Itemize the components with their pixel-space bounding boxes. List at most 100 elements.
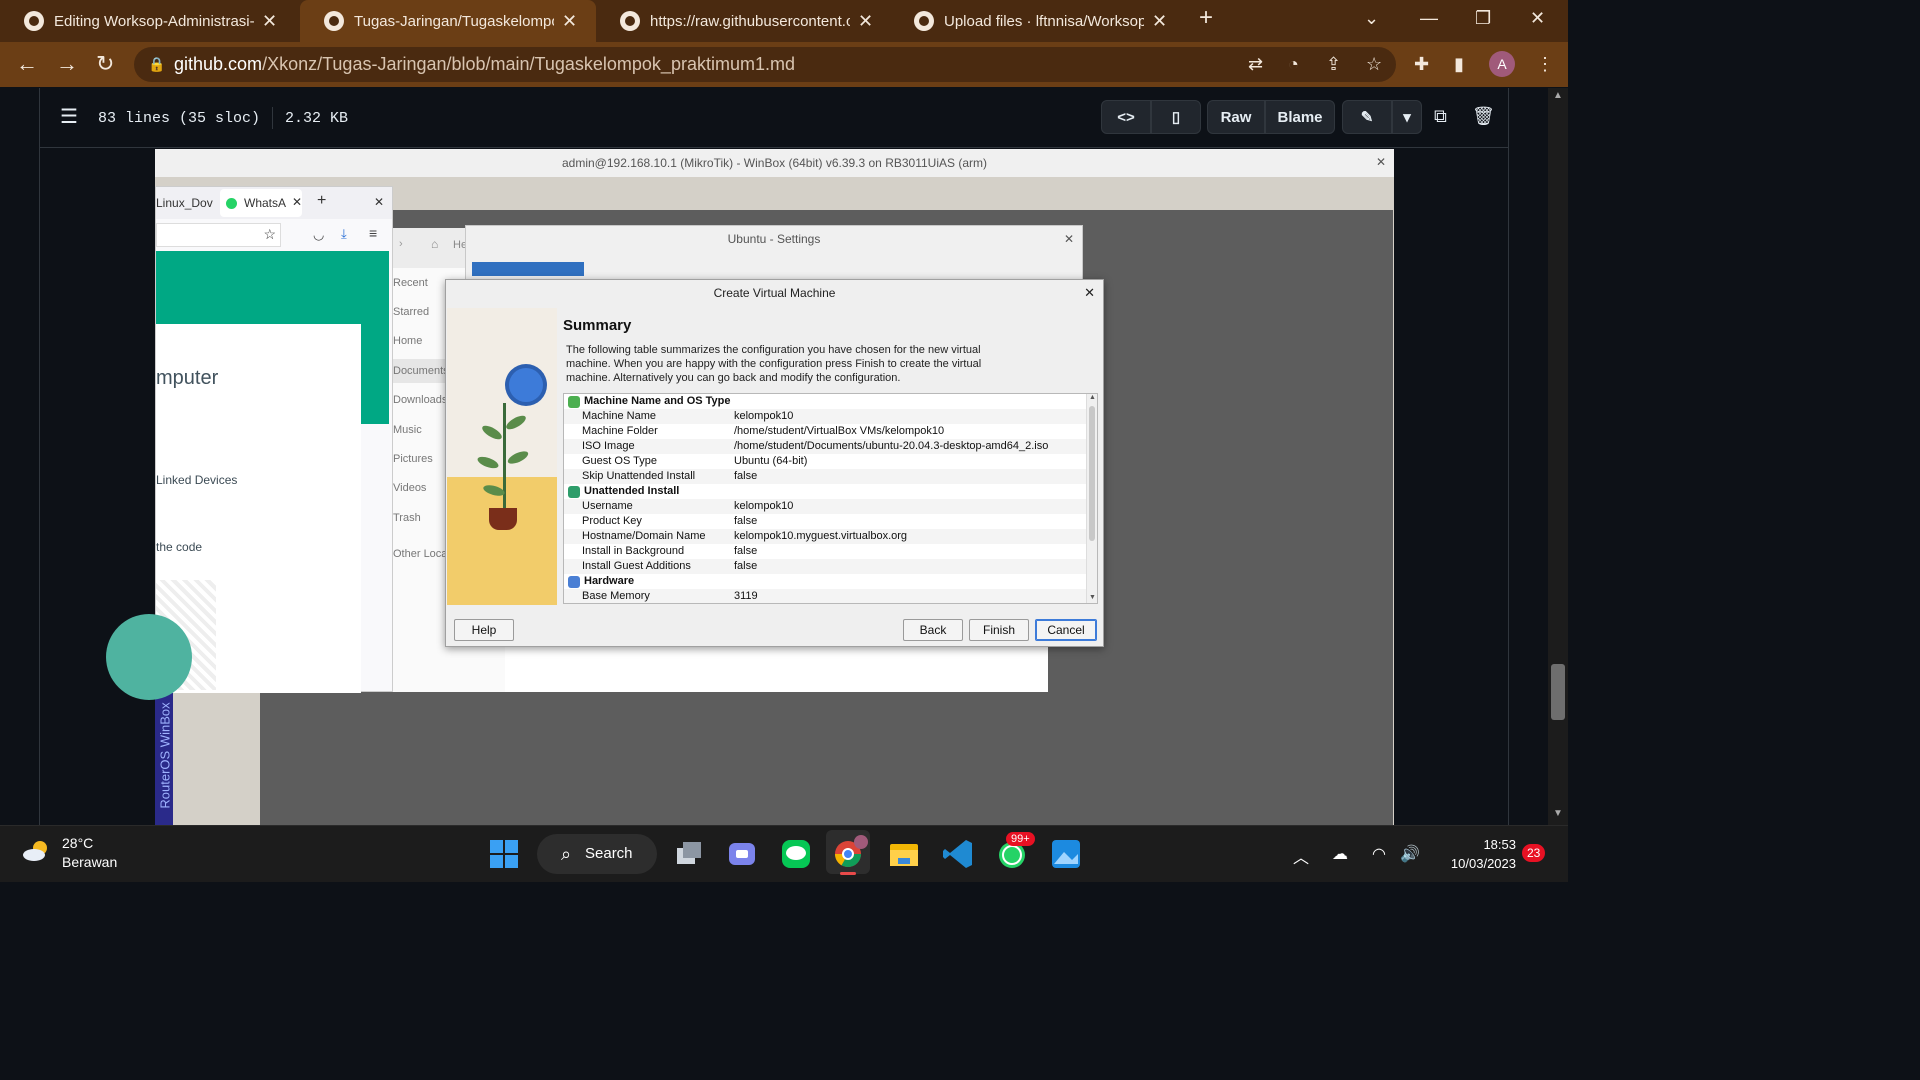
close-window-button[interactable]: ✕ xyxy=(1530,8,1545,29)
raw-button[interactable]: Raw xyxy=(1207,100,1265,134)
scroll-down-icon[interactable]: ▼ xyxy=(1089,594,1096,601)
file-info: 83 lines (35 sloc) 2.32 KB xyxy=(98,107,348,129)
row-key: Install in Background xyxy=(582,545,685,557)
tab-upload-files[interactable]: Upload files · lftnnisa/Worksop-A ✕ xyxy=(890,0,1182,42)
code-view-button[interactable]: <> xyxy=(1101,100,1151,134)
finish-button[interactable]: Finish xyxy=(969,619,1029,641)
row-key: Hostname/Domain Name xyxy=(582,530,706,542)
tab-raw-githubusercontent[interactable]: https://raw.githubusercontent.co ✕ xyxy=(596,0,890,42)
illustration-ground xyxy=(447,477,557,605)
github-icon xyxy=(914,11,934,31)
new-tab-icon: + xyxy=(317,192,327,209)
blame-button[interactable]: Blame xyxy=(1265,100,1335,134)
outline-list-icon[interactable]: ☰ xyxy=(60,104,78,129)
minimize-button[interactable]: — xyxy=(1420,8,1438,29)
browser-toolbar: ← → ↻ 🔒 github.com/Xkonz/Tugas-Jaringan/… xyxy=(0,42,1568,87)
preview-button[interactable]: ▯ xyxy=(1151,100,1201,134)
table-row: Install in Background false xyxy=(564,544,1086,559)
windows-icon xyxy=(490,840,518,868)
row-key: Machine Folder xyxy=(582,425,658,437)
section-label: Hardware xyxy=(584,575,635,587)
general-tab xyxy=(472,262,584,276)
hardware-section-icon xyxy=(568,576,580,588)
summary-table[interactable]: Machine Name and OS Type Machine Name kel… xyxy=(563,393,1098,604)
show-hidden-icons[interactable]: ︿ xyxy=(1293,844,1309,868)
table-scrollbar-thumb[interactable] xyxy=(1089,406,1095,541)
trash-icon[interactable]: 🗑 xyxy=(1472,106,1495,127)
taskbar: 28°C Berawan ⌕ Search 99+ ︿ ☁ ◠ 🔊 18:53 … xyxy=(0,825,1568,882)
translate-icon[interactable]: ⇄ xyxy=(1248,54,1263,75)
taskbar-search[interactable]: ⌕ Search xyxy=(537,834,657,874)
table-scrollbar[interactable]: ▲ ▼ xyxy=(1086,394,1097,603)
hamburger-menu-icon: ≡ xyxy=(369,225,378,241)
extensions-icon[interactable]: ✚ xyxy=(1414,54,1429,75)
volume-icon[interactable]: 🔊 xyxy=(1400,844,1420,864)
files-item-other-locations: Other Loca xyxy=(393,548,448,560)
globe-icon xyxy=(620,11,640,31)
row-key: Username xyxy=(582,500,633,512)
onedrive-icon[interactable]: ☁ xyxy=(1332,844,1348,864)
winbox-menubar xyxy=(393,193,1393,211)
edit-dropdown-button[interactable]: ▾ xyxy=(1392,100,1422,134)
bookmark-star-icon[interactable]: ☆ xyxy=(1366,54,1382,75)
forward-button[interactable]: → xyxy=(56,51,78,77)
tab-search-icon[interactable]: ⌄ xyxy=(1364,8,1379,29)
menu-icon[interactable]: ⋮ xyxy=(1536,54,1554,75)
restore-button[interactable]: ❐ xyxy=(1475,8,1491,29)
copy-icon[interactable]: ⧉ xyxy=(1434,106,1447,127)
firefox-tab-whatsapp-label: WhatsA xyxy=(244,196,287,210)
share-icon[interactable]: ⇪ xyxy=(1326,54,1341,75)
dialog-close-icon[interactable]: ✕ xyxy=(1084,285,1095,301)
row-value: /home/student/Documents/ubuntu-20.04.3-d… xyxy=(734,440,1049,452)
vscode-button[interactable] xyxy=(940,836,976,872)
task-view-button[interactable] xyxy=(671,836,707,872)
wizard-illustration xyxy=(447,308,557,605)
scroll-up-icon[interactable]: ▲ xyxy=(1553,90,1563,101)
section-label: Machine Name and OS Type xyxy=(584,395,731,407)
tab-title: Editing Worksop-Administrasi-Jar xyxy=(54,12,254,30)
reload-button[interactable]: ↻ xyxy=(96,51,114,77)
close-tab-icon[interactable]: ✕ xyxy=(1152,11,1167,32)
side-panel-icon[interactable]: ▮ xyxy=(1454,54,1464,75)
chrome-app-button[interactable] xyxy=(826,830,870,875)
firefox-close-icon: ✕ xyxy=(374,195,385,209)
close-tab-icon[interactable]: ✕ xyxy=(858,11,873,32)
page-scrollbar[interactable]: ▲ ▼ xyxy=(1548,88,1568,825)
scrollbar-thumb[interactable] xyxy=(1551,664,1565,720)
whatsapp-button[interactable]: 99+ xyxy=(994,832,1035,872)
start-button[interactable] xyxy=(486,836,522,872)
tab-editing-worksop[interactable]: Editing Worksop-Administrasi-Jar ✕ xyxy=(0,0,300,42)
clock[interactable]: 18:53 10/03/2023 xyxy=(1436,835,1516,873)
row-value: false xyxy=(734,515,758,527)
tab-tugas-jaringan[interactable]: Tugas-Jaringan/Tugaskelompok_ ✕ xyxy=(300,0,596,42)
back-button[interactable]: ← xyxy=(16,51,38,77)
close-tab-icon[interactable]: ✕ xyxy=(562,11,577,32)
photos-button[interactable] xyxy=(1048,836,1084,872)
edit-button[interactable]: ✎ xyxy=(1342,100,1392,134)
help-button[interactable]: Help xyxy=(454,619,514,641)
firefox-url-field: ☆ xyxy=(156,223,281,247)
teams-chat-button[interactable] xyxy=(724,836,760,872)
firefox-window: Linux_Dov WhatsA ✕ + ✕ ☆ ◡ ⤓ ≡ mputer Li… xyxy=(106,186,393,700)
whatsapp-heading: mputer xyxy=(156,367,219,389)
cancel-button[interactable]: Cancel xyxy=(1035,619,1097,641)
scroll-down-icon[interactable]: ▼ xyxy=(1553,808,1563,819)
whatsapp-card: mputer Linked Devices the code xyxy=(106,324,361,700)
close-tab-icon[interactable]: ✕ xyxy=(262,11,277,32)
scroll-up-icon[interactable]: ▲ xyxy=(1089,394,1096,401)
row-key: Guest OS Type xyxy=(582,455,658,467)
wifi-icon[interactable]: ◠ xyxy=(1372,844,1386,864)
weather-condition: Berawan xyxy=(62,854,118,870)
pocket-icon: ◡ xyxy=(313,227,325,242)
close-icon: ✕ xyxy=(1063,232,1074,246)
profile-avatar[interactable]: A xyxy=(1489,51,1515,77)
file-explorer-button[interactable] xyxy=(886,836,922,872)
line-app-button[interactable] xyxy=(778,836,814,872)
back-button[interactable]: Back xyxy=(903,619,963,641)
notification-badge[interactable]: 23 xyxy=(1522,844,1546,862)
new-tab-button[interactable]: + xyxy=(1199,4,1213,32)
performance-icon[interactable]: ◔ xyxy=(1288,54,1299,75)
address-bar[interactable]: 🔒 github.com/Xkonz/Tugas-Jaringan/blob/m… xyxy=(134,47,1396,82)
files-item-downloads: Downloads xyxy=(393,394,448,406)
leaf-shape xyxy=(480,423,504,442)
